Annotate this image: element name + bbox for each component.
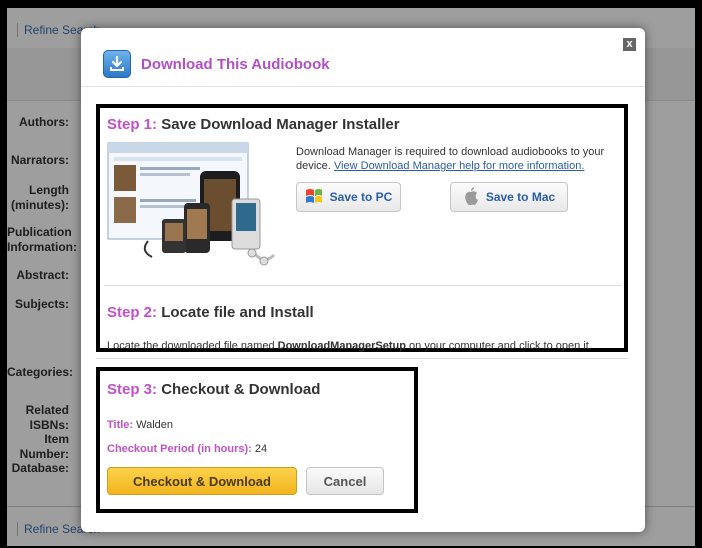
apple-icon: [463, 186, 479, 208]
step2-heading: Step 2: Locate file and Install: [107, 304, 314, 321]
save-to-mac-label: Save to Mac: [485, 190, 556, 204]
checkout-period-value: 24: [254, 443, 268, 455]
devices-illustration: [104, 141, 284, 271]
dialog-header: Download This Audiobook: [103, 50, 330, 78]
step2-text-before: Locate the downloaded file named: [107, 340, 278, 352]
checkout-period-field: Checkout Period (in hours): 24: [107, 443, 267, 455]
title-field: Title: Walden: [107, 419, 173, 431]
cancel-button[interactable]: Cancel: [306, 467, 384, 495]
step1-heading: Step 1: Save Download Manager Installer: [107, 116, 400, 133]
save-to-mac-button[interactable]: Save to Mac: [450, 182, 568, 212]
close-icon[interactable]: x: [623, 38, 636, 51]
save-to-pc-label: Save to PC: [329, 190, 393, 204]
dialog-title: Download This Audiobook: [141, 55, 330, 73]
step-3-panel: Step 3: Checkout & Download Title: Walde…: [96, 367, 418, 513]
step1-description: Download Manager is required to download…: [296, 145, 621, 173]
download-icon: [103, 50, 131, 78]
title-value: Walden: [136, 419, 174, 431]
step3-title: Checkout & Download: [161, 381, 321, 398]
step1-label: Step 1:: [107, 116, 158, 133]
header-divider: [81, 86, 645, 87]
save-to-pc-button[interactable]: Save to PC: [296, 182, 401, 212]
title-key: Title:: [107, 419, 134, 431]
step3-label: Step 3:: [107, 381, 158, 398]
step2-label: Step 2:: [107, 304, 158, 321]
step-divider: [104, 285, 622, 286]
download-audiobook-dialog: x Download This Audiobook Step 1: Save D…: [81, 28, 645, 532]
step2-instructions: Locate the downloaded file named Downloa…: [107, 340, 592, 352]
step1-title: Save Download Manager Installer: [161, 116, 400, 133]
screen: Refine Search Authors: Narrators: Length…: [7, 8, 695, 546]
step2-text-after: on your computer and click to open it.: [405, 340, 592, 352]
step3-heading: Step 3: Checkout & Download: [107, 381, 320, 398]
windows-icon: [305, 188, 323, 207]
section-divider: [96, 358, 628, 359]
steps-1-2-panel: Step 1: Save Download Manager Installer: [96, 104, 628, 352]
step2-title: Locate file and Install: [161, 304, 314, 321]
checkout-period-key: Checkout Period (in hours):: [107, 443, 252, 455]
checkout-and-download-button[interactable]: Checkout & Download: [107, 467, 297, 495]
setup-filename: DownloadManagerSetup: [277, 340, 406, 352]
download-manager-help-link[interactable]: View Download Manager help for more info…: [334, 160, 584, 172]
